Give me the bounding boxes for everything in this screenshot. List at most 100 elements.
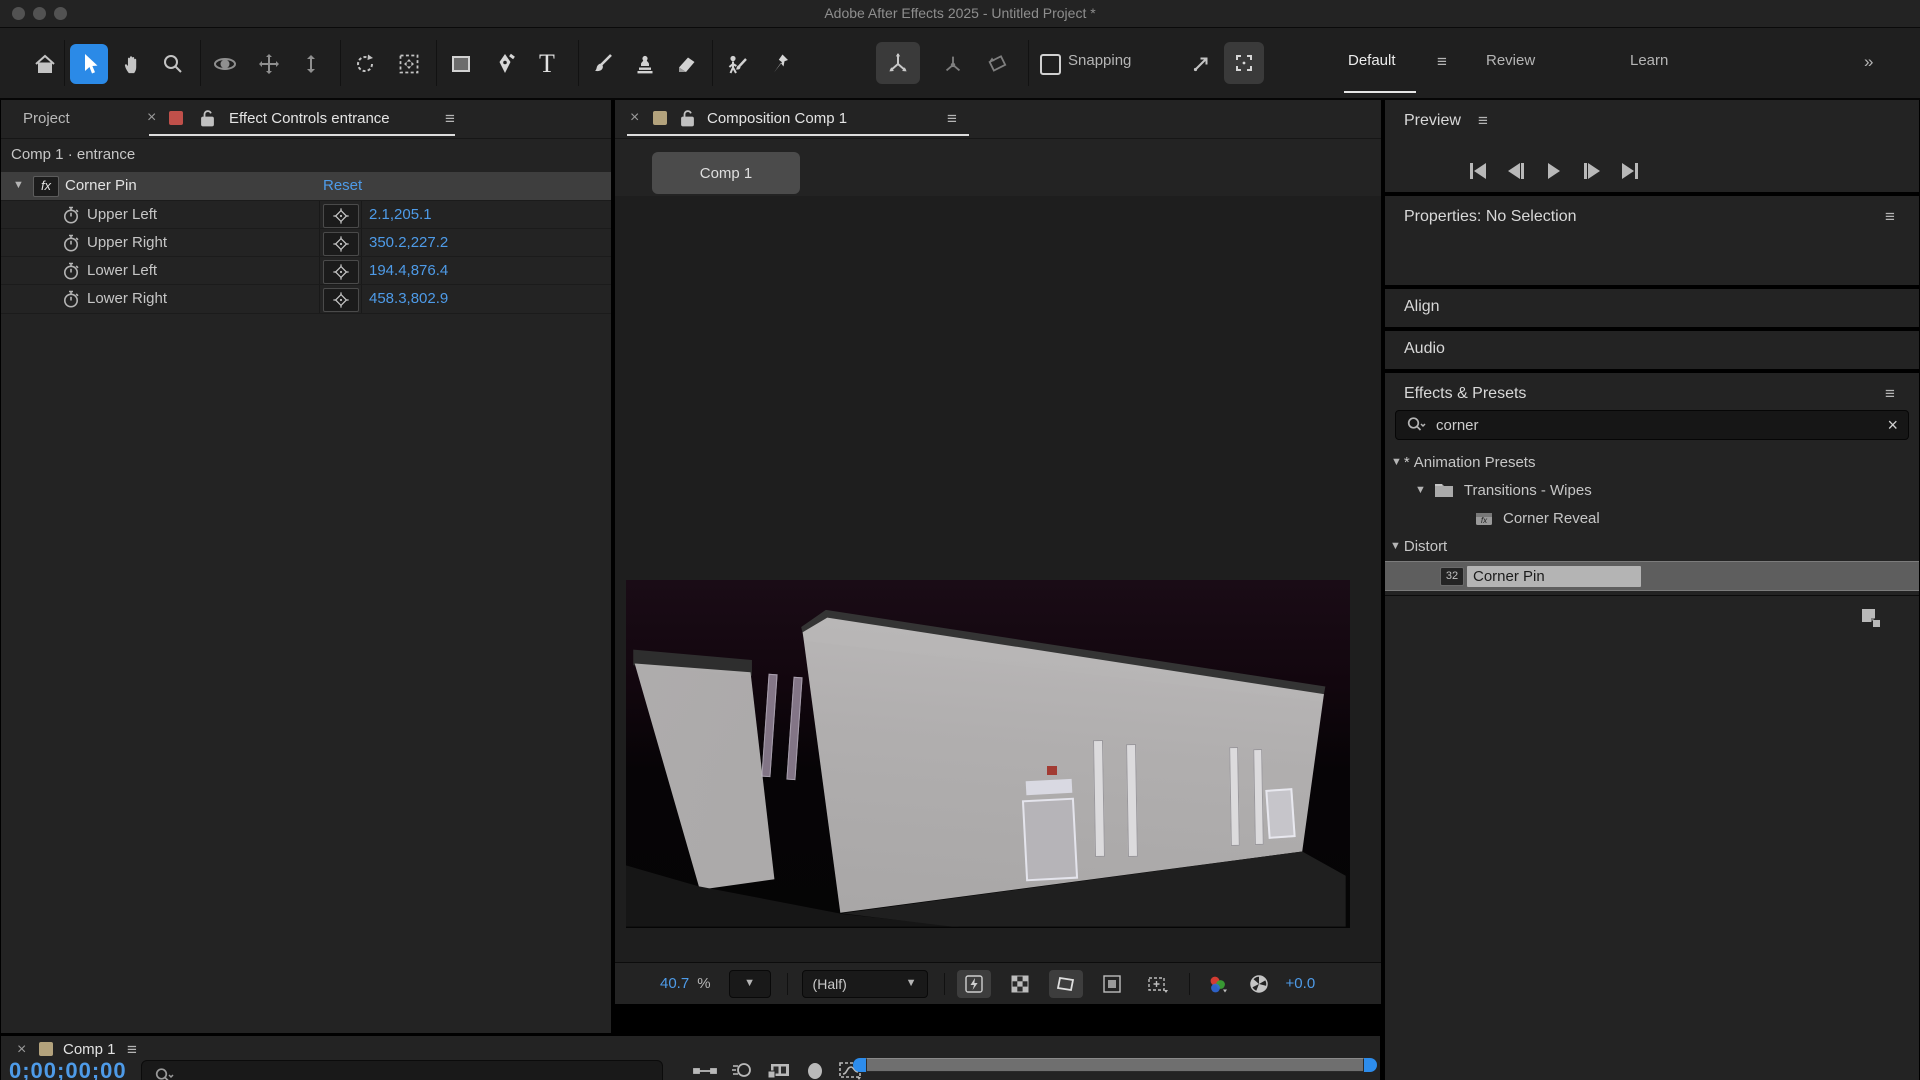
unlock-icon[interactable]: [199, 109, 216, 127]
region-of-interest-button[interactable]: [1095, 970, 1129, 998]
workspace-tab-learn[interactable]: Learn: [1630, 52, 1668, 69]
gizmo-universal-button[interactable]: [876, 42, 920, 84]
scrollbar-thumb[interactable]: [866, 1058, 1364, 1072]
param-value[interactable]: 458.3,802.9: [369, 290, 448, 307]
timeline-zoom-scrollbar[interactable]: [853, 1058, 1377, 1072]
param-value[interactable]: 350.2,227.2: [369, 234, 448, 251]
unlock-icon[interactable]: [679, 109, 696, 127]
hand-tool[interactable]: [114, 44, 152, 84]
type-tool[interactable]: T: [528, 44, 566, 84]
snapping-checkbox[interactable]: [1040, 54, 1061, 75]
dolly-camera-tool[interactable]: [292, 44, 330, 84]
audio-title[interactable]: Audio: [1404, 340, 1445, 358]
composition-panel-menu-icon[interactable]: ≡: [947, 110, 957, 127]
tab-project[interactable]: Project: [23, 110, 70, 127]
motion-blur-icon[interactable]: [731, 1062, 753, 1080]
chevron-down-icon[interactable]: ▼: [1390, 541, 1401, 552]
gizmo-rotation-button[interactable]: [978, 44, 1016, 84]
project-tab-close-icon[interactable]: ×: [147, 110, 156, 126]
exposure-value[interactable]: +0.0: [1286, 975, 1316, 992]
align-title[interactable]: Align: [1404, 298, 1440, 316]
pick-whip-target-icon[interactable]: [323, 232, 359, 256]
zoom-tool[interactable]: [154, 44, 192, 84]
corner-pin-effect-header[interactable]: ▼ fx Corner Pin Reset: [1, 172, 611, 200]
pen-tool[interactable]: [486, 44, 524, 84]
chevron-down-icon[interactable]: ▼: [1415, 485, 1426, 496]
frame-blend-icon[interactable]: [767, 1062, 791, 1080]
home-tool[interactable]: [26, 44, 64, 84]
tree-item-distort[interactable]: ▼ Distort: [1385, 532, 1919, 560]
tab-composition[interactable]: Composition Comp 1: [707, 110, 847, 127]
comp-mini-tab[interactable]: Comp 1: [652, 152, 800, 194]
guides-rulers-button[interactable]: [1141, 970, 1175, 998]
reset-link[interactable]: Reset: [323, 177, 362, 194]
roto-brush-tool[interactable]: [718, 44, 756, 84]
play-button[interactable]: [1538, 158, 1570, 184]
tree-item-corner-pin-selected[interactable]: 32 Corner Pin: [1385, 561, 1919, 591]
pan-camera-tool[interactable]: [250, 44, 288, 84]
rotation-tool[interactable]: [346, 44, 384, 84]
fast-preview-button[interactable]: [957, 970, 991, 998]
pan-behind-anchor-tool[interactable]: [390, 44, 428, 84]
tree-item-animation-presets[interactable]: ▼ * Animation Presets: [1385, 448, 1919, 476]
zoom-dropdown[interactable]: ▼: [729, 970, 771, 998]
transparency-grid-button[interactable]: [1003, 970, 1037, 998]
preview-panel-menu-icon[interactable]: ≡: [1478, 112, 1488, 129]
pick-whip-target-icon[interactable]: [323, 204, 359, 228]
composition-flowchart-icon[interactable]: [693, 1062, 717, 1080]
current-timecode[interactable]: 0;00;00;00: [9, 1058, 127, 1080]
grow-bounds-button[interactable]: [1182, 44, 1220, 84]
chevron-down-icon[interactable]: ▼: [1391, 457, 1402, 468]
composition-tab-close-icon[interactable]: ×: [630, 110, 639, 126]
scrollbar-left-handle[interactable]: [853, 1058, 866, 1072]
pick-whip-target-icon[interactable]: [323, 288, 359, 312]
channel-select-button[interactable]: [1200, 970, 1234, 998]
composition-viewport[interactable]: [615, 196, 1381, 962]
gizmo-position-button[interactable]: [934, 44, 972, 84]
effect-controls-panel-menu-icon[interactable]: ≡: [445, 110, 455, 127]
effects-search-box[interactable]: ×: [1395, 410, 1909, 440]
effects-panel-menu-icon[interactable]: ≡: [1885, 385, 1895, 402]
clone-stamp-tool[interactable]: [626, 44, 664, 84]
param-value[interactable]: 194.4,876.4: [369, 262, 448, 279]
stopwatch-icon[interactable]: [61, 233, 81, 253]
zoom-percent-value[interactable]: 40.7: [660, 975, 689, 992]
tree-item-transitions-wipes[interactable]: ▼ Transitions - Wipes: [1385, 476, 1919, 504]
properties-panel-menu-icon[interactable]: ≡: [1885, 208, 1895, 225]
scrollbar-right-handle[interactable]: [1364, 1058, 1377, 1072]
last-frame-button[interactable]: [1614, 158, 1646, 184]
previous-frame-button[interactable]: [1500, 158, 1532, 184]
stopwatch-icon[interactable]: [61, 289, 81, 309]
region-brackets-button[interactable]: [1224, 42, 1264, 84]
selection-tool[interactable]: [70, 44, 108, 84]
timeline-tab-close-icon[interactable]: ×: [17, 1042, 26, 1058]
orbit-camera-tool[interactable]: [206, 44, 244, 84]
timeline-tab-comp1[interactable]: Comp 1: [63, 1041, 116, 1058]
next-frame-button[interactable]: [1576, 158, 1608, 184]
stopwatch-icon[interactable]: [61, 205, 81, 225]
exposure-reset-button[interactable]: [1242, 970, 1276, 998]
workspace-tab-default[interactable]: Default: [1348, 52, 1396, 69]
timeline-search-box[interactable]: [141, 1060, 663, 1080]
workspace-menu-icon[interactable]: ≡: [1437, 53, 1447, 70]
clear-search-icon[interactable]: ×: [1887, 416, 1898, 434]
eraser-tool[interactable]: [668, 44, 706, 84]
resolution-dropdown[interactable]: (Half) ▼: [802, 970, 928, 998]
draft-3d-icon[interactable]: [805, 1062, 825, 1080]
rectangle-tool[interactable]: [442, 44, 480, 84]
new-panel-corner-icon[interactable]: [1858, 605, 1882, 629]
stopwatch-icon[interactable]: [61, 261, 81, 281]
effects-search-input[interactable]: [1434, 416, 1887, 435]
timeline-panel-menu-icon[interactable]: ≡: [127, 1041, 137, 1058]
mask-visibility-button[interactable]: [1049, 970, 1083, 998]
first-frame-button[interactable]: [1462, 158, 1494, 184]
snapping-label[interactable]: Snapping: [1068, 52, 1131, 69]
param-value[interactable]: 2.1,205.1: [369, 206, 432, 223]
collapse-chevron-icon[interactable]: ▼: [13, 180, 24, 191]
fx-badge[interactable]: fx: [33, 176, 59, 197]
brush-tool[interactable]: [584, 44, 622, 84]
puppet-pin-tool[interactable]: [762, 44, 800, 84]
workspace-tab-review[interactable]: Review: [1486, 52, 1535, 69]
pick-whip-target-icon[interactable]: [323, 260, 359, 284]
tree-item-corner-reveal[interactable]: fx Corner Reveal: [1385, 504, 1919, 532]
